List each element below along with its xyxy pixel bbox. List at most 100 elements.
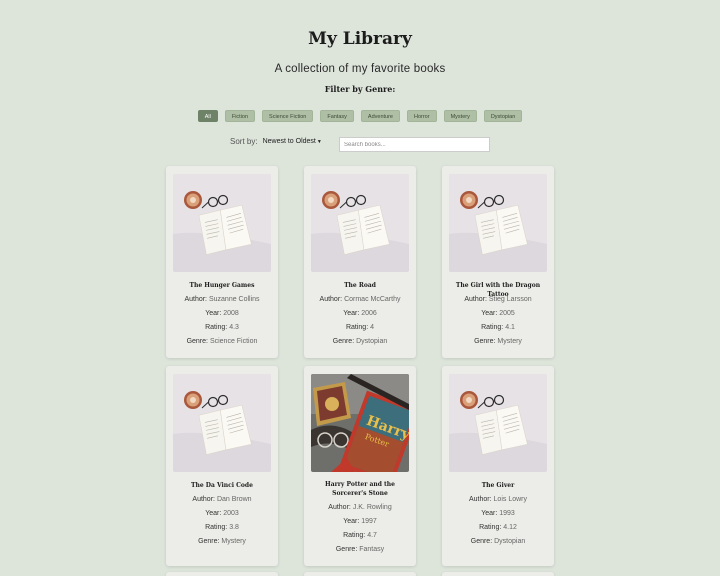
book-genre: Genre: Dystopian [304,338,416,345]
year-label: Year: [205,510,222,517]
genre-filter-bar: All Fiction Science Fiction Fantasy Adve… [0,110,720,122]
book-genre: Genre: Mystery [442,338,554,345]
sort-select[interactable]: Newest to Oldest ▼ [263,138,322,145]
rating-label: Rating: [205,524,228,531]
filter-button-science-fiction[interactable]: Science Fiction [262,110,314,122]
author-value: Dan Brown [216,496,252,503]
filter-button-all[interactable]: All [197,110,218,122]
book-cover-image [173,374,271,472]
author-label: Author: [469,496,492,503]
sort-control: Sort by: Newest to Oldest ▼ [230,137,322,146]
genre-label: Genre: [335,546,358,553]
book-year: Year: 2006 [304,310,416,317]
author-value: Cormac McCarthy [344,296,401,303]
genre-value: Mystery [497,338,522,345]
book-rating: Rating: 4.12 [442,524,554,531]
filter-button-horror[interactable]: Horror [406,110,437,122]
genre-value: Science Fiction [209,338,258,345]
sort-label: Sort by: [230,137,258,146]
book-year: Year: 2003 [166,510,278,517]
book-title: The Hunger Games [189,282,255,289]
author-label: Author: [192,496,215,503]
year-value: 2008 [223,310,239,317]
year-value: 2006 [361,310,377,317]
year-value: 2003 [223,510,239,517]
author-value: Lois Lowry [493,496,527,503]
book-card[interactable]: The Da Vinci Code Author: Dan Brown Year… [166,366,278,566]
book-card[interactable]: The Giver Author: Lois Lowry Year: 1993 … [442,366,554,566]
genre-value: Mystery [221,538,246,545]
author-label: Author: [464,296,487,303]
genre-label: Genre: [186,338,208,345]
sort-select-value: Newest to Oldest [262,138,316,145]
filter-button-fiction[interactable]: Fiction [224,110,256,122]
book-year: Year: 2005 [442,310,554,317]
book-author: Author: J.K. Rowling [304,504,416,511]
genre-value: Fantasy [359,546,385,553]
filter-button-fantasy[interactable]: Fantasy [320,110,354,122]
genre-label: Genre: [198,538,220,545]
author-label: Author: [319,296,343,303]
rating-label: Rating: [481,324,504,331]
filter-button-mystery[interactable]: Mystery [443,110,477,122]
genre-label: Genre: [332,338,355,345]
rating-value: 4.7 [367,532,377,539]
genre-value: Dystopian [356,338,388,345]
author-value: Stieg Larsson [488,296,532,303]
book-year: Year: 2008 [166,310,278,317]
book-cover-image [311,174,409,272]
book-card[interactable]: Harry Potter Harry Potter and the Sorcer… [304,366,416,566]
book-rating: Rating: 4.1 [442,324,554,331]
rating-value: 4 [370,324,375,331]
book-card-partial[interactable] [442,572,554,576]
book-author: Author: Suzanne Collins [166,296,278,303]
book-rating: Rating: 4.3 [166,324,278,331]
book-rating: Rating: 4 [304,324,416,331]
book-title: The Road [344,282,376,289]
rating-value: 4.1 [505,324,515,331]
year-value: 2005 [499,310,515,317]
year-label: Year: [481,510,498,517]
genre-label: Genre: [470,538,493,545]
year-label: Year: [481,310,498,317]
book-genre: Genre: Science Fiction [166,338,278,345]
book-year: Year: 1993 [442,510,554,517]
rating-label: Rating: [479,524,502,531]
book-genre: Genre: Mystery [166,538,278,545]
search-input[interactable] [339,137,490,152]
book-year: Year: 1997 [304,518,416,525]
book-rating: Rating: 3.8 [166,524,278,531]
year-label: Year: [343,310,360,317]
filter-button-dystopian[interactable]: Dystopian [483,110,523,122]
book-card-partial[interactable] [304,572,416,576]
rating-value: 3.8 [229,524,239,531]
book-cover-image [449,374,547,472]
book-title: The Da Vinci Code [191,482,253,489]
year-label: Year: [343,518,360,525]
book-rating: Rating: 4.7 [304,532,416,539]
genre-label: Genre: [474,338,496,345]
book-author: Author: Dan Brown [166,496,278,503]
book-author: Author: Stieg Larsson [442,296,554,303]
page-title: My Library [308,29,412,49]
chevron-down-icon: ▼ [316,138,322,145]
author-label: Author: [328,504,351,511]
rating-label: Rating: [345,324,369,331]
book-title: Harry Potter and the Sorcerer's Stone [325,481,395,497]
book-genre: Genre: Dystopian [442,538,554,545]
rating-label: Rating: [205,324,228,331]
book-genre: Genre: Fantasy [304,546,416,553]
rating-value: 4.3 [229,324,239,331]
book-card[interactable]: The Hunger Games Author: Suzanne Collins… [166,166,278,358]
book-card[interactable]: The Girl with the Dragon Tattoo Author: … [442,166,554,358]
author-value: J.K. Rowling [352,504,392,511]
book-author: Author: Lois Lowry [442,496,554,503]
book-cover-image: Harry Potter [311,374,409,472]
filter-button-adventure[interactable]: Adventure [360,110,400,122]
year-label: Year: [205,310,222,317]
book-card[interactable]: The Road Author: Cormac McCarthy Year: 2… [304,166,416,358]
book-author: Author: Cormac McCarthy [304,296,416,303]
book-cover-image [173,174,271,272]
book-title: The Giver [481,482,515,489]
book-card-partial[interactable] [166,572,278,576]
